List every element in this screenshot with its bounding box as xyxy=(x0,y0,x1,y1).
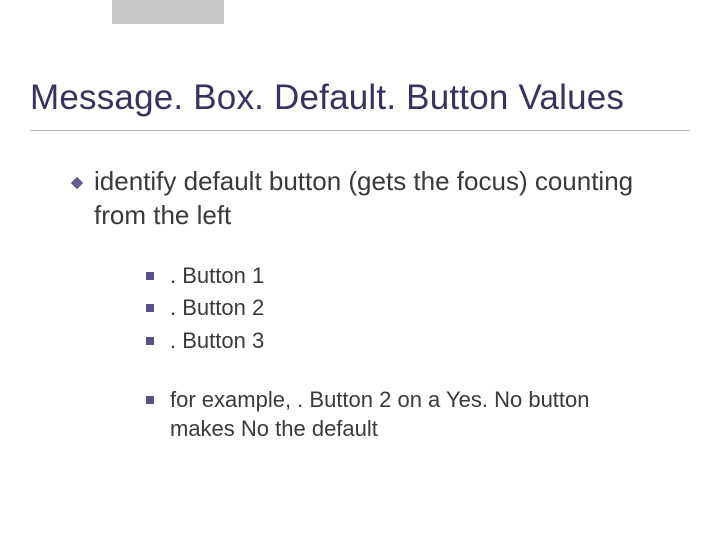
list-item: . Button 2 xyxy=(146,293,650,323)
list-item-text: . Button 2 xyxy=(170,293,264,323)
list-item: . Button 1 xyxy=(146,261,650,291)
list-item-text: . Button 1 xyxy=(170,261,264,291)
example-text: for example, . Button 2 on a Yes. No but… xyxy=(170,385,650,444)
title-underline xyxy=(30,130,690,131)
title-area: Message. Box. Default. Button Values xyxy=(30,78,700,118)
example-item: for example, . Button 2 on a Yes. No but… xyxy=(146,385,650,444)
main-bullet-text: identify default button (gets the focus)… xyxy=(94,165,660,233)
decorative-grey-block xyxy=(112,0,224,24)
diamond-bullet-icon xyxy=(70,176,84,190)
list-item: . Button 3 xyxy=(146,326,650,356)
slide-title: Message. Box. Default. Button Values xyxy=(30,78,700,118)
slide: Message. Box. Default. Button Values ide… xyxy=(0,0,720,540)
square-bullet-icon xyxy=(146,304,154,312)
sub-bullet-list: . Button 1 . Button 2 . Button 3 for exa… xyxy=(146,261,690,444)
square-bullet-icon xyxy=(146,396,154,404)
square-bullet-icon xyxy=(146,337,154,345)
list-item-text: . Button 3 xyxy=(170,326,264,356)
square-bullet-icon xyxy=(146,272,154,280)
main-bullet: identify default button (gets the focus)… xyxy=(70,165,660,233)
spacer xyxy=(146,359,690,385)
slide-body: identify default button (gets the focus)… xyxy=(30,165,690,447)
